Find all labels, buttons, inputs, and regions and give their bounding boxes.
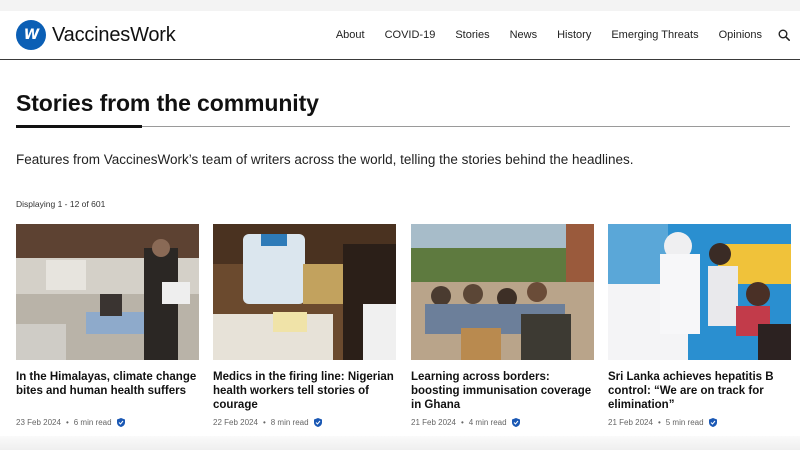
nav-item-stories[interactable]: Stories — [455, 29, 489, 41]
shield-check-icon — [313, 418, 322, 427]
story-card[interactable]: Learning across borders: boosting immuni… — [411, 224, 594, 427]
card-title[interactable]: In the Himalayas, climate change bites a… — [16, 370, 199, 398]
card-meta: 23 Feb 2024 • 6 min read — [16, 418, 125, 427]
site-logo[interactable]: W VaccinesWork — [16, 20, 176, 50]
page: W VaccinesWork About COVID-19 Stories Ne… — [0, 0, 800, 450]
card-image-nurse-vaccinating-child[interactable] — [608, 224, 791, 360]
nav-item-news[interactable]: News — [510, 29, 538, 41]
card-meta: 21 Feb 2024 • 5 min read — [608, 418, 717, 427]
main-nav: About COVID-19 Stories News History Emer… — [316, 11, 790, 59]
nav-item-opinions[interactable]: Opinions — [719, 29, 762, 41]
logo-mark: W — [23, 27, 39, 43]
result-count: Displaying 1 - 12 of 601 — [16, 199, 106, 209]
site-header: W VaccinesWork About COVID-19 Stories Ne… — [0, 11, 800, 60]
nav-item-emerging-threats[interactable]: Emerging Threats — [611, 29, 698, 41]
card-image-community-meeting[interactable] — [411, 224, 594, 360]
meta-separator: • — [657, 418, 661, 427]
meta-separator: • — [262, 418, 266, 427]
card-read-time: 4 min read — [468, 418, 507, 427]
card-date: 21 Feb 2024 — [411, 418, 456, 427]
card-date: 21 Feb 2024 — [608, 418, 653, 427]
page-title: Stories from the community — [16, 90, 319, 116]
nav-item-about[interactable]: About — [336, 29, 365, 41]
bottom-edge — [0, 436, 800, 450]
logo-mark-icon: W — [16, 20, 46, 50]
page-intro: Features from VaccinesWork’s team of wri… — [16, 152, 634, 167]
card-meta: 22 Feb 2024 • 8 min read — [213, 418, 322, 427]
nav-item-covid-19[interactable]: COVID-19 — [385, 29, 436, 41]
card-read-time: 5 min read — [665, 418, 704, 427]
story-card[interactable]: Sri Lanka achieves hepatitis B control: … — [608, 224, 791, 427]
shield-check-icon — [116, 418, 125, 427]
top-strip — [0, 0, 800, 11]
card-title[interactable]: Medics in the firing line: Nigerian heal… — [213, 370, 396, 412]
story-card[interactable]: Medics in the firing line: Nigerian heal… — [213, 224, 396, 427]
card-image-hospital-ward[interactable] — [16, 224, 199, 360]
meta-separator: • — [460, 418, 464, 427]
card-title[interactable]: Sri Lanka achieves hepatitis B control: … — [608, 370, 791, 412]
card-date: 23 Feb 2024 — [16, 418, 61, 427]
meta-separator: • — [65, 418, 69, 427]
shield-check-icon — [511, 418, 520, 427]
search-icon[interactable] — [778, 29, 790, 41]
card-read-time: 8 min read — [270, 418, 309, 427]
site-name: VaccinesWork — [52, 23, 176, 46]
card-title[interactable]: Learning across borders: boosting immuni… — [411, 370, 594, 412]
card-image-vaccine-cooler[interactable] — [213, 224, 396, 360]
title-divider-accent — [16, 125, 142, 128]
shield-check-icon — [708, 418, 717, 427]
nav-item-history[interactable]: History — [557, 29, 591, 41]
card-meta: 21 Feb 2024 • 4 min read — [411, 418, 520, 427]
card-date: 22 Feb 2024 — [213, 418, 258, 427]
card-read-time: 6 min read — [73, 418, 112, 427]
story-card[interactable]: In the Himalayas, climate change bites a… — [16, 224, 199, 427]
